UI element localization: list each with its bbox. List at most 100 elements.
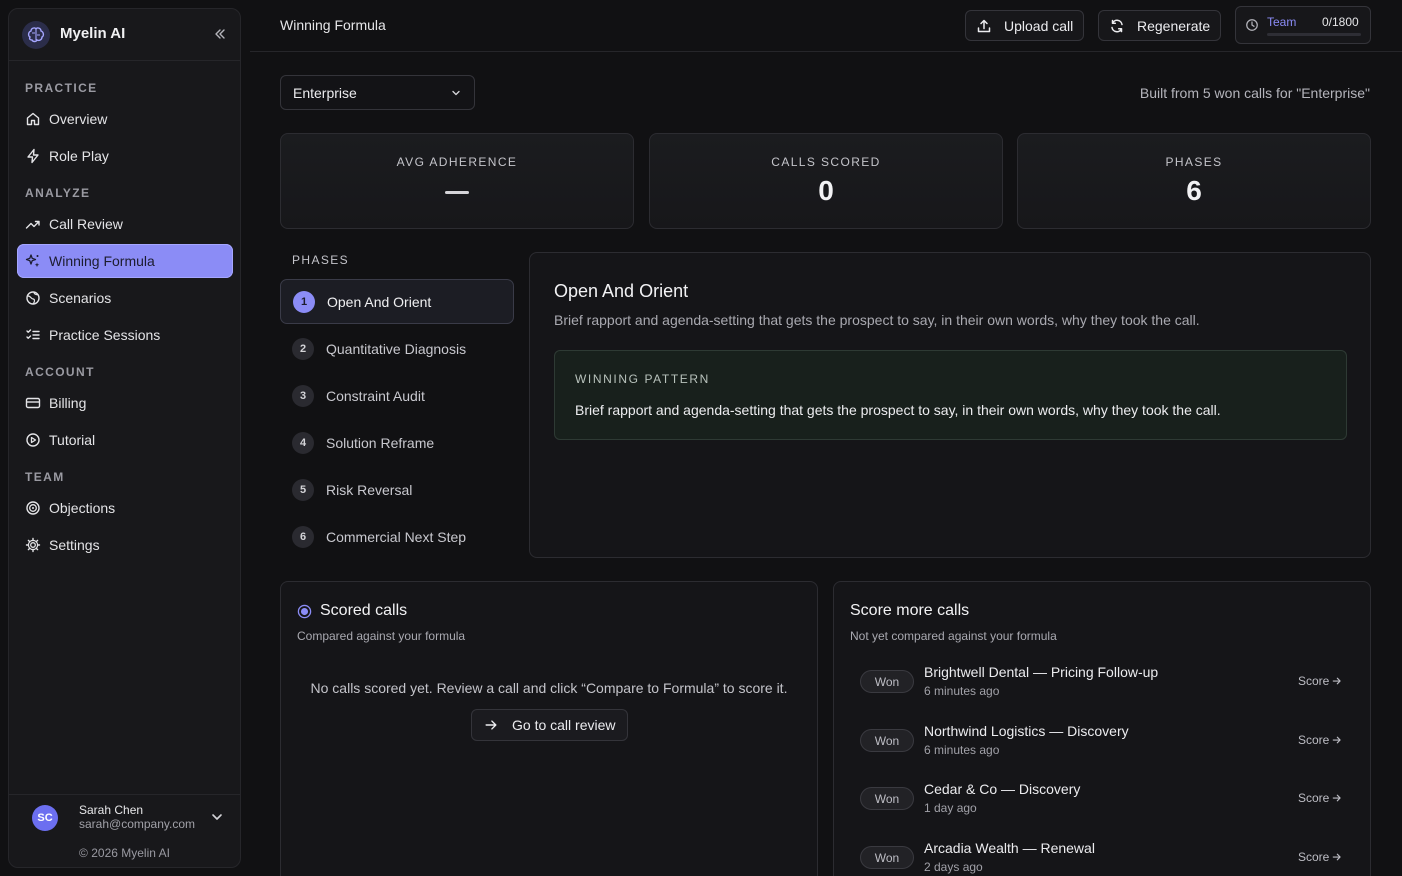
call-time: 6 minutes ago <box>924 684 1000 698</box>
segment-select[interactable]: Enterprise <box>280 75 475 110</box>
score-link[interactable]: Score <box>1298 850 1342 864</box>
score-link[interactable]: Score <box>1298 674 1342 688</box>
radio-target-icon <box>297 604 312 619</box>
call-time: 1 day ago <box>924 801 977 815</box>
score-link[interactable]: Score <box>1298 791 1342 805</box>
section-team: TEAM <box>25 470 65 484</box>
phase-item[interactable]: 5 Risk Reversal <box>280 467 514 512</box>
collapse-sidebar-icon[interactable] <box>212 26 228 42</box>
arrow-right-icon <box>1329 735 1342 745</box>
team-count: 0/1800 <box>1322 15 1359 29</box>
sidebar-item-label: Call Review <box>49 216 123 232</box>
call-name: Cedar & Co — Discovery <box>924 781 1081 797</box>
regenerate-label: Regenerate <box>1137 17 1211 34</box>
team-progress-bar <box>1267 33 1361 36</box>
stat-label: PHASES <box>1165 155 1223 169</box>
phase-label: Risk Reversal <box>326 481 413 498</box>
phase-number: 1 <box>293 290 315 313</box>
top-bar: Winning Formula Upload call Regenerate T… <box>250 0 1402 52</box>
stat-label: AVG ADHERENCE <box>396 155 518 169</box>
stat-avg-adherence: AVG ADHERENCE <box>280 133 634 229</box>
gear-icon <box>25 537 49 553</box>
go-to-call-review-button[interactable]: Go to call review <box>471 709 628 741</box>
score-link-label: Score <box>1298 791 1330 805</box>
avatar: SC <box>32 805 58 831</box>
sparkles-icon <box>25 253 49 269</box>
call-row[interactable]: Won Arcadia Wealth — Renewal 2 days ago … <box>850 836 1350 876</box>
copyright: © 2026 Myelin AI <box>79 846 170 860</box>
scored-calls-title-text: Scored calls <box>320 602 408 619</box>
score-link-label: Score <box>1298 850 1330 864</box>
score-link[interactable]: Score <box>1298 733 1342 747</box>
brand-name: Myelin AI <box>60 25 126 42</box>
lightning-icon <box>25 148 49 164</box>
list-checks-icon <box>25 327 49 343</box>
team-usage[interactable]: Team 0/1800 <box>1235 6 1371 44</box>
call-time: 2 days ago <box>924 860 983 874</box>
arrow-right-icon <box>1329 676 1342 686</box>
team-label: Team <box>1267 15 1297 29</box>
sidebar-item-winning-formula[interactable]: Winning Formula <box>17 244 233 278</box>
phase-item[interactable]: 1 Open And Orient <box>280 279 514 324</box>
user-menu[interactable]: SC Sarah Chen sarah@company.com © 2026 M… <box>9 794 240 867</box>
phase-item[interactable]: 6 Commercial Next Step <box>280 514 514 559</box>
chevron-down-icon[interactable] <box>209 809 225 825</box>
clock-icon <box>1245 18 1259 32</box>
scored-calls-subtitle: Compared against your formula <box>297 629 466 643</box>
scored-calls-title: Scored calls <box>297 602 407 620</box>
score-more-calls-title: Score more calls <box>850 602 970 619</box>
sidebar-item-call-review[interactable]: Call Review <box>17 207 233 241</box>
sidebar-item-label: Overview <box>49 111 108 127</box>
phase-label: Constraint Audit <box>326 387 425 404</box>
phase-item[interactable]: 3 Constraint Audit <box>280 373 514 418</box>
sidebar-item-role-play[interactable]: Role Play <box>17 139 233 173</box>
section-account: ACCOUNT <box>25 365 95 379</box>
sidebar-item-label: Scenarios <box>49 290 112 306</box>
segment-select-value: Enterprise <box>293 84 357 101</box>
won-badge: Won <box>860 729 914 752</box>
score-link-label: Score <box>1298 674 1330 688</box>
section-analyze: ANALYZE <box>25 186 91 200</box>
won-badge: Won <box>860 787 914 810</box>
phase-number: 2 <box>292 337 314 360</box>
call-row[interactable]: Won Cedar & Co — Discovery 1 day ago Sco… <box>850 777 1350 821</box>
sidebar-item-tutorial[interactable]: Tutorial <box>17 423 233 457</box>
call-name: Northwind Logistics — Discovery <box>924 723 1129 739</box>
scored-calls-empty-text: No calls scored yet. Review a call and c… <box>310 680 788 696</box>
call-row[interactable]: Won Northwind Logistics — Discovery 6 mi… <box>850 719 1350 763</box>
winning-pattern-label: WINNING PATTERN <box>575 372 710 386</box>
page-title: Winning Formula <box>280 17 386 33</box>
stat-value-empty <box>445 191 469 194</box>
user-name: Sarah Chen <box>79 803 144 817</box>
phase-item[interactable]: 2 Quantitative Diagnosis <box>280 326 514 371</box>
go-to-call-review-label: Go to call review <box>512 717 616 733</box>
call-row[interactable]: Won Brightwell Dental — Pricing Follow-u… <box>850 660 1350 704</box>
sidebar-item-label: Settings <box>49 537 100 553</box>
stat-phases: PHASES 6 <box>1017 133 1371 229</box>
regenerate-button[interactable]: Regenerate <box>1098 10 1222 41</box>
phase-label: Solution Reframe <box>326 434 435 451</box>
upload-call-label: Upload call <box>1004 17 1074 34</box>
sidebar-item-practice-sessions[interactable]: Practice Sessions <box>17 318 233 352</box>
upload-icon <box>976 18 1004 34</box>
sidebar-item-overview[interactable]: Overview <box>17 102 233 136</box>
sidebar-item-settings[interactable]: Settings <box>17 528 233 562</box>
sidebar-item-label: Winning Formula <box>49 253 155 269</box>
call-name: Arcadia Wealth — Renewal <box>924 840 1095 856</box>
phase-item[interactable]: 4 Solution Reframe <box>280 420 514 465</box>
call-name: Brightwell Dental — Pricing Follow-up <box>924 664 1159 680</box>
phase-label: Open And Orient <box>327 293 432 310</box>
upload-call-button[interactable]: Upload call <box>965 10 1085 41</box>
sidebar: Myelin AI PRACTICE Overview Role Play AN… <box>8 8 241 868</box>
call-time: 6 minutes ago <box>924 743 1000 757</box>
section-practice: PRACTICE <box>25 81 98 95</box>
sidebar-item-objections[interactable]: Objections <box>17 491 233 525</box>
sidebar-item-billing[interactable]: Billing <box>17 386 233 420</box>
sidebar-item-scenarios[interactable]: Scenarios <box>17 281 233 315</box>
home-icon <box>25 111 49 127</box>
play-circle-icon <box>25 432 49 448</box>
phase-detail-title: Open And Orient <box>554 281 689 301</box>
arrow-right-icon <box>1329 852 1342 862</box>
winning-pattern-text: Brief rapport and agenda-setting that ge… <box>575 402 1221 418</box>
sidebar-item-label: Objections <box>49 500 116 516</box>
